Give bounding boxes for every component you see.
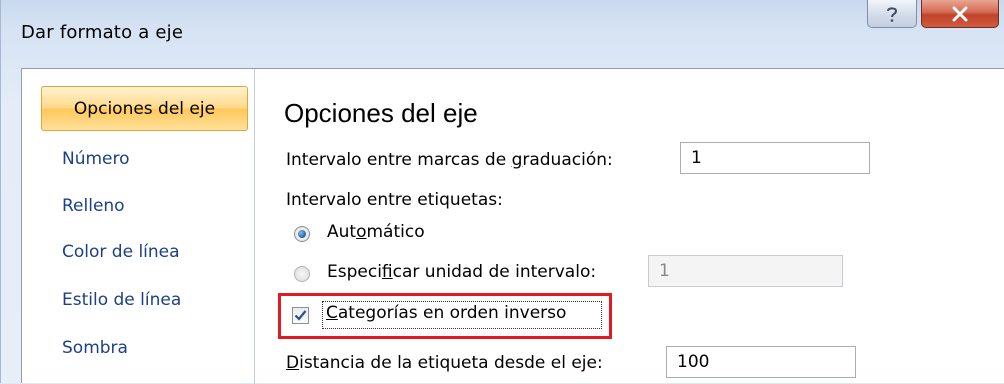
- format-axis-dialog: Dar formato a eje Opciones del eje Númer…: [0, 0, 1004, 384]
- tick-interval-label: Intervalo entre marcas de graduación:: [286, 150, 613, 170]
- sidebar-item-numero[interactable]: Número: [62, 149, 130, 169]
- automatic-label[interactable]: Automático: [327, 222, 425, 242]
- reverse-order-label[interactable]: Categorías en orden inverso: [326, 303, 566, 323]
- specify-interval-label[interactable]: Especificar unidad de intervalo:: [327, 262, 596, 282]
- dialog-title: Dar formato a eje: [21, 22, 184, 43]
- section-title: Opciones del eje: [284, 98, 478, 128]
- help-button[interactable]: [867, 0, 917, 28]
- tick-interval-input[interactable]: 1: [680, 142, 870, 174]
- label-distance-label: Distancia de la etiqueta desde el eje:: [286, 353, 603, 373]
- automatic-radio[interactable]: [294, 226, 310, 242]
- sidebar-item-relleno[interactable]: Relleno: [62, 196, 125, 216]
- specify-interval-radio[interactable]: [294, 266, 310, 282]
- sidebar-item-opciones-del-eje[interactable]: Opciones del eje: [41, 86, 248, 131]
- close-x-icon: [952, 6, 968, 21]
- reverse-order-checkbox[interactable]: [292, 307, 309, 324]
- axis-options-panel: Opciones del eje Intervalo entre marcas …: [254, 69, 1004, 384]
- close-button[interactable]: [921, 0, 999, 28]
- question-icon: [887, 6, 898, 22]
- sidebar: Opciones del eje Número Relleno Color de…: [22, 69, 255, 384]
- dialog-content: Opciones del eje Número Relleno Color de…: [21, 68, 1004, 384]
- sidebar-item-estilo-de-linea[interactable]: Estilo de línea: [62, 290, 181, 310]
- sidebar-item-sombra[interactable]: Sombra: [62, 338, 128, 358]
- label-distance-input[interactable]: 100: [666, 346, 856, 378]
- checkmark-icon: [294, 310, 307, 321]
- sidebar-item-label: Opciones del eje: [73, 98, 216, 119]
- sidebar-item-color-de-linea[interactable]: Color de línea: [62, 242, 180, 262]
- specify-interval-input[interactable]: 1: [648, 255, 843, 287]
- label-interval-label: Intervalo entre etiquetas:: [286, 190, 503, 210]
